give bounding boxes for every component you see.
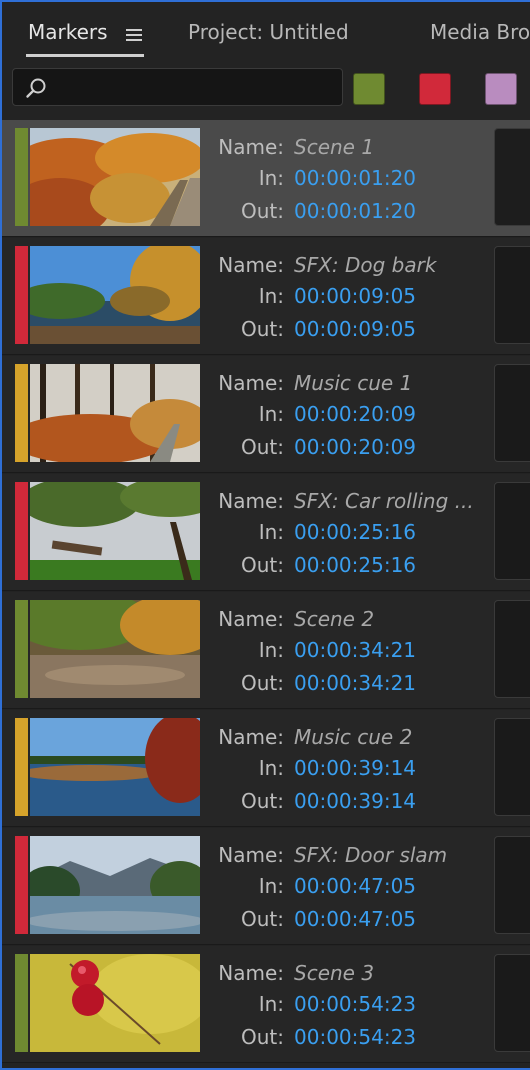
in-label: In: [258,166,284,190]
marker-out-timecode[interactable]: 00:00:34:21 [294,671,416,695]
marker-thumbnail [30,482,200,580]
marker-thumbnail [30,954,200,1052]
marker-out-timecode[interactable]: 00:00:54:23 [294,1025,416,1049]
marker-color-label [15,718,28,816]
marker-row[interactable]: Name: Scene 2 In: 00:00:34:21 Out: 00:00… [2,592,530,709]
filter-red-swatch[interactable] [419,73,451,105]
search-input[interactable] [53,75,337,101]
marker-in-timecode[interactable]: 00:00:20:09 [294,402,416,426]
name-label: Name: [218,961,284,985]
out-label: Out: [241,907,284,931]
marker-row[interactable]: Name: SFX: Car rolling ... In: 00:00:25:… [2,474,530,591]
in-label: In: [258,638,284,662]
filter-green-swatch[interactable] [353,73,385,105]
tab-markers[interactable]: Markers [28,20,108,44]
name-label: Name: [218,371,284,395]
name-label: Name: [218,135,284,159]
marker-thumbnail [30,718,200,816]
marker-name[interactable]: Scene 1 [294,135,374,159]
marker-row[interactable]: Name: Scene 3 In: 00:00:54:23 Out: 00:00… [2,946,530,1063]
marker-row[interactable]: Name: SFX: Door slam In: 00:00:47:05 Out… [2,828,530,945]
in-label: In: [258,520,284,544]
out-label: Out: [241,317,284,341]
marker-in-timecode[interactable]: 00:00:25:16 [294,520,416,544]
tab-media-browser[interactable]: Media Bro [430,20,530,44]
marker-name[interactable]: SFX: Door slam [294,843,447,867]
marker-name[interactable]: SFX: Dog bark [294,253,436,277]
marker-out-timecode[interactable]: 00:00:20:09 [294,435,416,459]
markers-panel: Markers Project: Untitled Media Bro Name… [0,0,530,1070]
marker-thumbnail [30,364,200,462]
out-label: Out: [241,671,284,695]
search-field[interactable] [12,68,343,106]
marker-comment-field[interactable] [494,128,530,226]
in-label: In: [258,992,284,1016]
marker-comment-field[interactable] [494,600,530,698]
marker-name[interactable]: Scene 3 [294,961,374,985]
marker-out-timecode[interactable]: 00:00:09:05 [294,317,416,341]
marker-name[interactable]: Music cue 1 [294,371,412,395]
marker-row[interactable]: Name: Scene 1 In: 00:00:01:20 Out: 00:00… [2,120,530,237]
out-label: Out: [241,199,284,223]
in-label: In: [258,284,284,308]
tab-project[interactable]: Project: Untitled [188,20,349,44]
marker-comment-field[interactable] [494,718,530,816]
search-icon [25,77,47,99]
marker-out-timecode[interactable]: 00:00:39:14 [294,789,416,813]
marker-thumbnail [30,128,200,226]
marker-comment-field[interactable] [494,836,530,934]
out-label: Out: [241,1025,284,1049]
marker-thumbnail [30,246,200,344]
marker-name[interactable]: Scene 2 [294,607,374,631]
marker-color-label [15,246,28,344]
out-label: Out: [241,553,284,577]
marker-color-label [15,482,28,580]
panel-menu-icon[interactable] [126,29,142,41]
marker-thumbnail [30,836,200,934]
active-tab-indicator [26,54,144,57]
marker-in-timecode[interactable]: 00:00:39:14 [294,756,416,780]
name-label: Name: [218,253,284,277]
out-label: Out: [241,789,284,813]
marker-color-label [15,836,28,934]
marker-color-label [15,128,28,226]
marker-comment-field[interactable] [494,246,530,344]
marker-name[interactable]: Music cue 2 [294,725,412,749]
marker-in-timecode[interactable]: 00:00:47:05 [294,874,416,898]
tab-bar: Markers Project: Untitled Media Bro [2,2,530,62]
marker-in-timecode[interactable]: 00:00:34:21 [294,638,416,662]
marker-in-timecode[interactable]: 00:00:54:23 [294,992,416,1016]
marker-row[interactable]: Name: Music cue 1 In: 00:00:20:09 Out: 0… [2,356,530,473]
name-label: Name: [218,843,284,867]
filter-violet-swatch[interactable] [485,73,517,105]
marker-color-label [15,600,28,698]
marker-row[interactable]: Name: SFX: Dog bark In: 00:00:09:05 Out:… [2,238,530,355]
marker-comment-field[interactable] [494,364,530,462]
in-label: In: [258,402,284,426]
marker-out-timecode[interactable]: 00:00:01:20 [294,199,416,223]
name-label: Name: [218,607,284,631]
marker-comment-field[interactable] [494,954,530,1052]
in-label: In: [258,874,284,898]
in-label: In: [258,756,284,780]
name-label: Name: [218,725,284,749]
out-label: Out: [241,435,284,459]
marker-comment-field[interactable] [494,482,530,580]
marker-thumbnail [30,600,200,698]
marker-name[interactable]: SFX: Car rolling ... [294,489,474,513]
marker-out-timecode[interactable]: 00:00:47:05 [294,907,416,931]
marker-in-timecode[interactable]: 00:00:01:20 [294,166,416,190]
name-label: Name: [218,489,284,513]
marker-row[interactable]: Name: Music cue 2 In: 00:00:39:14 Out: 0… [2,710,530,827]
marker-color-label [15,364,28,462]
marker-color-label [15,954,28,1052]
marker-in-timecode[interactable]: 00:00:09:05 [294,284,416,308]
marker-out-timecode[interactable]: 00:00:25:16 [294,553,416,577]
